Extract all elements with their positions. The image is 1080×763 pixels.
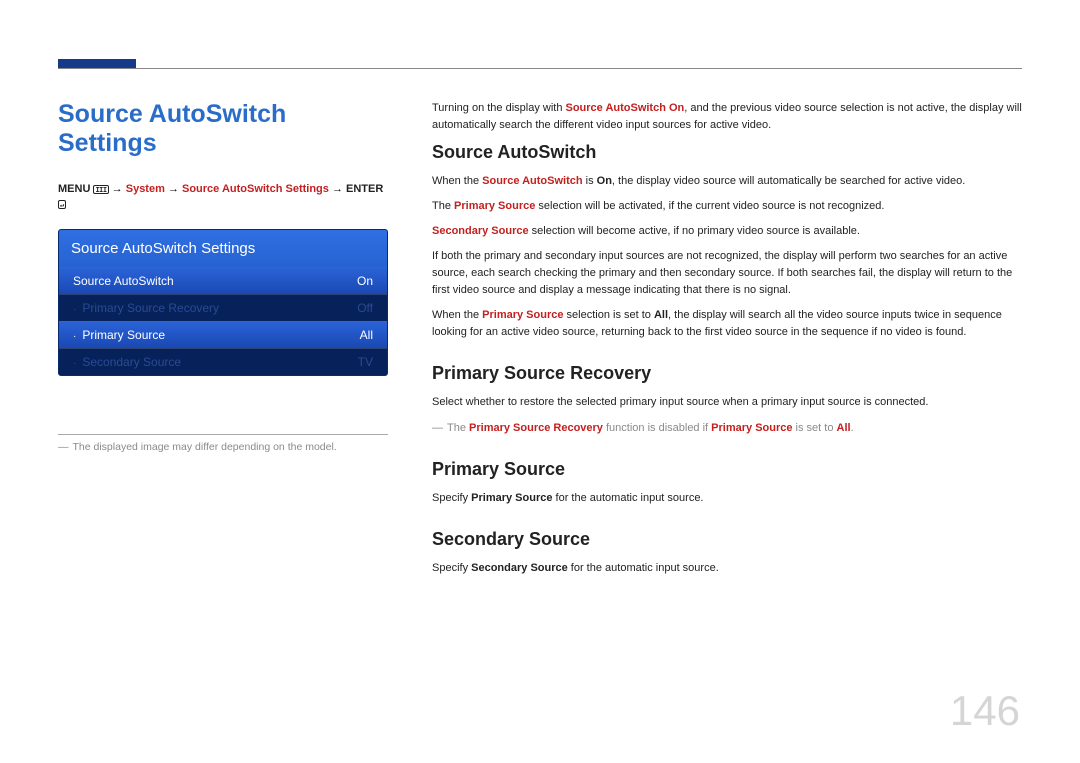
dash-icon: ― [432,422,443,434]
left-column: Source AutoSwitch Settings MENU III → Sy… [58,100,388,585]
term-highlight: Primary Source [482,309,563,321]
body-text: Secondary Source selection will become a… [432,223,1022,240]
body-text: The Primary Source selection will be act… [432,198,1022,215]
footnote: ― The displayed image may differ dependin… [58,441,388,453]
breadcrumb-menu: MENU [58,183,90,195]
header-rule [58,68,1022,69]
body-text: Specify Secondary Source for the automat… [432,560,1022,577]
breadcrumb-system: System [126,183,165,195]
body-text: If both the primary and secondary input … [432,248,1022,299]
body-text: When the Source AutoSwitch is On, the di… [432,173,1022,190]
breadcrumb: MENU III → System → Source AutoSwitch Se… [58,182,388,213]
osd-row-primary-recovery: · Primary Source Recovery Off [59,294,387,321]
page-number: 146 [950,687,1020,735]
menu-icon: III [93,185,108,194]
enter-icon: ↵ [58,200,66,209]
bullet-icon: · [73,304,76,315]
bullet-icon: · [73,358,76,369]
osd-row-source-autoswitch[interactable]: Source AutoSwitch On [59,267,387,294]
note-line: ―The Primary Source Recovery function is… [432,420,1022,437]
osd-row-label: Primary Source Recovery [82,301,219,315]
term-highlight: Source AutoSwitch On [566,102,685,114]
breadcrumb-enter: ENTER [346,183,383,195]
arrow-icon: → [168,183,179,195]
osd-row-value: Off [357,301,373,315]
arrow-icon: → [332,183,343,195]
footnote-rule [58,434,388,435]
term-highlight: Source AutoSwitch [482,175,582,187]
heading-primary-recovery: Primary Source Recovery [432,363,1022,384]
dash-icon: ― [58,441,69,453]
osd-title: Source AutoSwitch Settings [59,230,387,267]
term-highlight: Primary Source [711,422,792,434]
osd-row-label: Secondary Source [82,355,181,369]
osd-body: Source AutoSwitch On · Primary Source Rec… [59,267,387,375]
osd-row-label: Source AutoSwitch [73,274,174,288]
body-text: When the Primary Source selection is set… [432,307,1022,341]
osd-row-primary-source[interactable]: · Primary Source All [59,321,387,348]
osd-row-value: TV [358,355,373,369]
osd-row-secondary-source: · Secondary Source TV [59,348,387,375]
term-highlight: Primary Source Recovery [469,422,603,434]
heading-secondary-source: Secondary Source [432,529,1022,550]
osd-row-label: Primary Source [82,328,165,342]
body-text: Specify Primary Source for the automatic… [432,490,1022,507]
breadcrumb-page: Source AutoSwitch Settings [182,183,329,195]
intro-paragraph: Turning on the display with Source AutoS… [432,100,1022,134]
bullet-icon: · [73,331,76,342]
term-highlight: Primary Source [454,200,535,212]
osd-panel: Source AutoSwitch Settings Source AutoSw… [58,229,388,376]
arrow-icon: → [112,183,123,195]
page-title: Source AutoSwitch Settings [58,100,388,158]
osd-row-value: All [360,328,373,342]
heading-primary-source: Primary Source [432,459,1022,480]
right-column: Turning on the display with Source AutoS… [432,100,1022,585]
osd-row-value: On [357,274,373,288]
term-highlight: All [837,422,851,434]
footnote-text: The displayed image may differ depending… [73,441,337,453]
body-text: Select whether to restore the selected p… [432,394,1022,411]
term-highlight: Secondary Source [432,225,529,237]
heading-source-autoswitch: Source AutoSwitch [432,142,1022,163]
